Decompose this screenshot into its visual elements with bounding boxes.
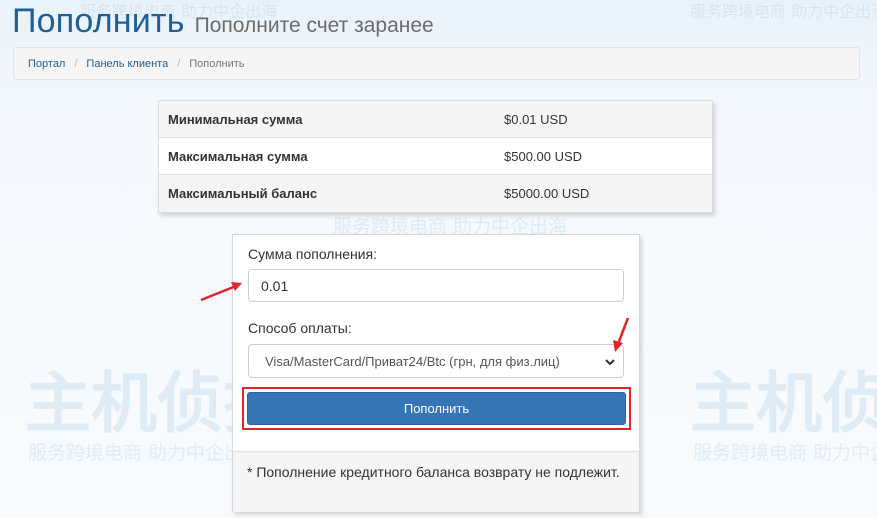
annotation-arrow-icon [613, 317, 630, 352]
submit-topup-button[interactable]: Пополнить [247, 392, 626, 425]
breadcrumb-separator: / [74, 57, 78, 70]
breadcrumb: Портал / Панель клиента / Пополнить [13, 47, 860, 80]
table-row: Максимальный баланс $5000.00 USD [159, 175, 712, 212]
amount-input[interactable] [248, 269, 624, 302]
annotation-arrow-icon [200, 282, 242, 302]
limits-table: Минимальная сумма $0.01 USD Максимальная… [158, 100, 713, 213]
limit-value-min: $0.01 USD [504, 111, 568, 127]
page-heading: Пополнить Пополните счет заранее [12, 2, 434, 41]
page-subtitle: Пополните счет заранее [194, 14, 434, 37]
breadcrumb-separator: / [177, 57, 181, 70]
table-row: Максимальная сумма $500.00 USD [159, 138, 712, 175]
non-refundable-note: * Пополнение кредитного баланса возврату… [233, 451, 639, 512]
breadcrumb-link-portal[interactable]: Портал [28, 58, 65, 70]
topup-form: Сумма пополнения: Способ оплаты: Visa/Ma… [232, 234, 640, 512]
payment-method-label: Способ оплаты: [248, 320, 352, 336]
breadcrumb-link-client-area[interactable]: Панель клиента [86, 58, 168, 70]
submit-button-highlight: Пополнить [242, 387, 631, 430]
limit-value-max-balance: $5000.00 USD [504, 186, 590, 201]
limit-value-max: $500.00 USD [504, 148, 583, 164]
chevron-down-icon [605, 359, 615, 366]
limit-label-min: Минимальная сумма [168, 111, 303, 127]
limit-label-max-balance: Максимальный баланс [168, 186, 318, 201]
payment-method-selected: Visa/MasterCard/Приват24/Btc (грн, для ф… [265, 353, 560, 369]
limit-label-max: Максимальная сумма [168, 148, 308, 164]
table-row: Минимальная сумма $0.01 USD [159, 101, 712, 138]
amount-label: Сумма пополнения: [248, 246, 378, 262]
payment-method-select[interactable]: Visa/MasterCard/Приват24/Btc (грн, для ф… [248, 344, 624, 378]
breadcrumb-current: Пополнить [189, 57, 245, 70]
page-title: Пополнить [12, 2, 185, 40]
